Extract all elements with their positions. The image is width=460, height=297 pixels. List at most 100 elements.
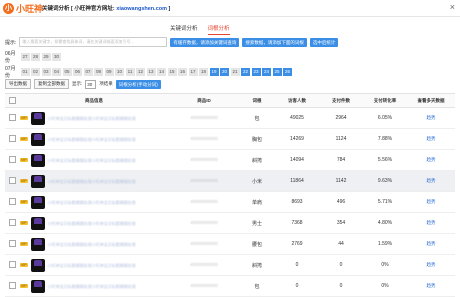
row-checkbox[interactable]	[8, 176, 16, 184]
product-title[interactable]: 小旺神宝贝标题模糊处理小旺神宝贝标题模糊处理	[48, 284, 136, 289]
day-chip[interactable]: 13	[146, 68, 156, 76]
month-label: 07月份	[5, 66, 16, 79]
product-cell: VIP 小旺神宝贝标题模糊处理小旺神宝贝标题模糊处理	[19, 191, 169, 213]
day-chip[interactable]: 07	[83, 68, 93, 76]
root-word: 腰包	[239, 233, 275, 255]
export-button[interactable]: 导出数据	[5, 79, 31, 89]
day-chip[interactable]: 05	[62, 68, 72, 76]
day-chip[interactable]: 19	[209, 68, 219, 76]
day-chip[interactable]: 20	[220, 68, 229, 76]
table-row[interactable]: VIP 小旺神宝贝标题模糊处理小旺神宝贝标题模糊处理 40000000000 斜挎 14…	[5, 149, 455, 171]
row-checkbox[interactable]	[8, 218, 16, 226]
product-cell: VIP 小旺神宝贝标题模糊处理小旺神宝贝标题模糊处理	[19, 275, 169, 297]
trend-link[interactable]: 趋势	[427, 136, 436, 141]
product-id: 40000000000	[169, 191, 239, 213]
product-title[interactable]: 小旺神宝贝标题模糊处理小旺神宝贝标题模糊处理	[48, 242, 136, 247]
day-chip[interactable]: 24	[262, 68, 271, 76]
product-title[interactable]: 小旺神宝贝标题模糊处理小旺神宝贝标题模糊处理	[48, 179, 136, 184]
trend-cell: 趋势	[407, 191, 455, 213]
table-row[interactable]: VIP 小旺神宝贝标题模糊处理小旺神宝贝标题模糊处理 40000000000 单肩 86…	[5, 191, 455, 213]
conversion-rate: 6.05%	[363, 107, 407, 129]
hint-input[interactable]: 输入搜索关键字，如需查找具体词，请在关键词前面添加引号...	[19, 37, 168, 47]
conversion-rate: 5.56%	[363, 149, 407, 171]
table-row[interactable]: VIP 小旺神宝贝标题模糊处理小旺神宝贝标题模糊处理 40000000000 包 0 0 0…	[5, 275, 455, 297]
row-checkbox[interactable]	[8, 260, 16, 268]
day-chip[interactable]: 14	[157, 68, 166, 76]
col-root: 词根	[239, 93, 275, 108]
root-word: 胸包	[239, 128, 275, 150]
day-chip[interactable]: 15	[167, 68, 177, 76]
row-checkbox[interactable]	[8, 155, 16, 163]
day-chip[interactable]: 01	[20, 68, 30, 76]
day-chip[interactable]: 27	[20, 53, 30, 61]
row-checkbox[interactable]	[8, 281, 16, 289]
row-select-cell	[5, 233, 19, 255]
trend-link[interactable]: 趋势	[427, 283, 436, 288]
day-chip[interactable]: 26	[283, 68, 292, 76]
cache-query-button[interactable]: 有缓存数据，请添加关键词查询	[170, 37, 240, 47]
product-title[interactable]: 小旺神宝贝标题模糊处理小旺神宝贝标题模糊处理	[48, 158, 136, 163]
day-chip[interactable]: 22	[241, 68, 250, 76]
trend-link[interactable]: 趋势	[427, 241, 436, 246]
day-chip[interactable]: 29	[41, 53, 51, 61]
site-link[interactable]: xiaowangshen.com	[116, 6, 167, 12]
day-chip[interactable]: 02	[31, 68, 40, 76]
title-bar: 小 小旺神 关键词分析 [ 小旺神官方网址: xiaowangshen.com …	[0, 0, 460, 17]
day-chip[interactable]: 06	[73, 68, 82, 76]
product-title[interactable]: 小旺神宝贝标题模糊处理小旺神宝贝标题模糊处理	[48, 200, 136, 205]
day-chip[interactable]: 08	[94, 68, 103, 76]
day-chip[interactable]: 10	[115, 68, 124, 76]
day-chip[interactable]: 21	[230, 68, 240, 76]
product-thumbnail	[30, 153, 45, 167]
root-analysis-button[interactable]: 词根分析(手动分词)	[115, 79, 161, 89]
day-chip[interactable]: 28	[31, 53, 40, 61]
day-chip[interactable]: 16	[178, 68, 187, 76]
orders: 44	[319, 233, 363, 255]
day-chip[interactable]: 25	[272, 68, 282, 76]
day-chip[interactable]: 04	[52, 68, 61, 76]
visitors: 0	[275, 275, 319, 297]
product-thumbnail	[30, 216, 45, 230]
day-chip[interactable]: 11	[125, 68, 135, 76]
day-chip[interactable]: 03	[41, 68, 51, 76]
row-checkbox[interactable]	[8, 113, 16, 121]
table-row[interactable]: VIP 小旺神宝贝标题模糊处理小旺神宝贝标题模糊处理 40000000000 斜挎 0 0…	[5, 254, 455, 276]
table-row[interactable]: VIP 小旺神宝贝标题模糊处理小旺神宝贝标题模糊处理 40000000000 胸包 14…	[5, 128, 455, 150]
product-title[interactable]: 小旺神宝贝标题模糊处理小旺神宝贝标题模糊处理	[48, 116, 136, 121]
trend-link[interactable]: 趋势	[427, 115, 436, 120]
row-checkbox[interactable]	[8, 239, 16, 247]
day-chip[interactable]: 12	[136, 68, 145, 76]
trend-link[interactable]: 趋势	[427, 199, 436, 204]
row-checkbox[interactable]	[8, 197, 16, 205]
day-chip[interactable]: 17	[188, 68, 198, 76]
day-chip[interactable]: 23	[251, 68, 261, 76]
table-row[interactable]: VIP 小旺神宝贝标题模糊处理小旺神宝贝标题模糊处理 40000000000 腰包 27…	[5, 233, 455, 255]
tab-root-analysis[interactable]: 词根分析	[207, 24, 230, 35]
table-row[interactable]: VIP 小旺神宝贝标题模糊处理小旺神宝贝标题模糊处理 40000000000 小米 11…	[5, 170, 455, 192]
col-id: 商品ID	[169, 93, 239, 108]
trend-link[interactable]: 趋势	[427, 157, 436, 162]
product-title[interactable]: 小旺神宝贝标题模糊处理小旺神宝贝标题模糊处理	[48, 263, 136, 268]
tab-bar: 关键词分析 词根分析	[170, 24, 230, 35]
product-title[interactable]: 小旺神宝贝标题模糊处理小旺神宝贝标题模糊处理	[48, 221, 136, 226]
row-checkbox[interactable]	[8, 134, 16, 142]
copy-all-button[interactable]: 复制全部数据	[34, 79, 69, 89]
table-row[interactable]: VIP 小旺神宝贝标题模糊处理小旺神宝贝标题模糊处理 40000000000 包 490…	[5, 107, 455, 129]
hint-row: 提示: 输入搜索关键字，如需查找具体词，请在关键词前面添加引号... 有缓存数据…	[5, 37, 339, 47]
day-chip[interactable]: 30	[52, 53, 61, 61]
select-all-checkbox[interactable]	[8, 96, 16, 104]
page-size-select[interactable]: 30	[85, 79, 97, 89]
close-icon[interactable]: ×	[450, 2, 455, 12]
trend-link[interactable]: 趋势	[427, 262, 436, 267]
trend-link[interactable]: 趋势	[427, 220, 436, 225]
day-chip[interactable]: 18	[199, 68, 208, 76]
trend-link[interactable]: 趋势	[427, 178, 436, 183]
search-roots-button[interactable]: 搜索数据，请添加下面的词根	[242, 37, 307, 47]
col-orders: 支付件数	[319, 93, 363, 108]
stat-selected-button[interactable]: 选中后统计	[309, 37, 339, 47]
day-chip[interactable]: 09	[104, 68, 114, 76]
product-title[interactable]: 小旺神宝贝标题模糊处理小旺神宝贝标题模糊处理	[48, 137, 136, 142]
root-word: 男士	[239, 212, 275, 234]
table-row[interactable]: VIP 小旺神宝贝标题模糊处理小旺神宝贝标题模糊处理 40000000000 男士 73…	[5, 212, 455, 234]
tab-keyword-analysis[interactable]: 关键词分析	[170, 24, 198, 35]
